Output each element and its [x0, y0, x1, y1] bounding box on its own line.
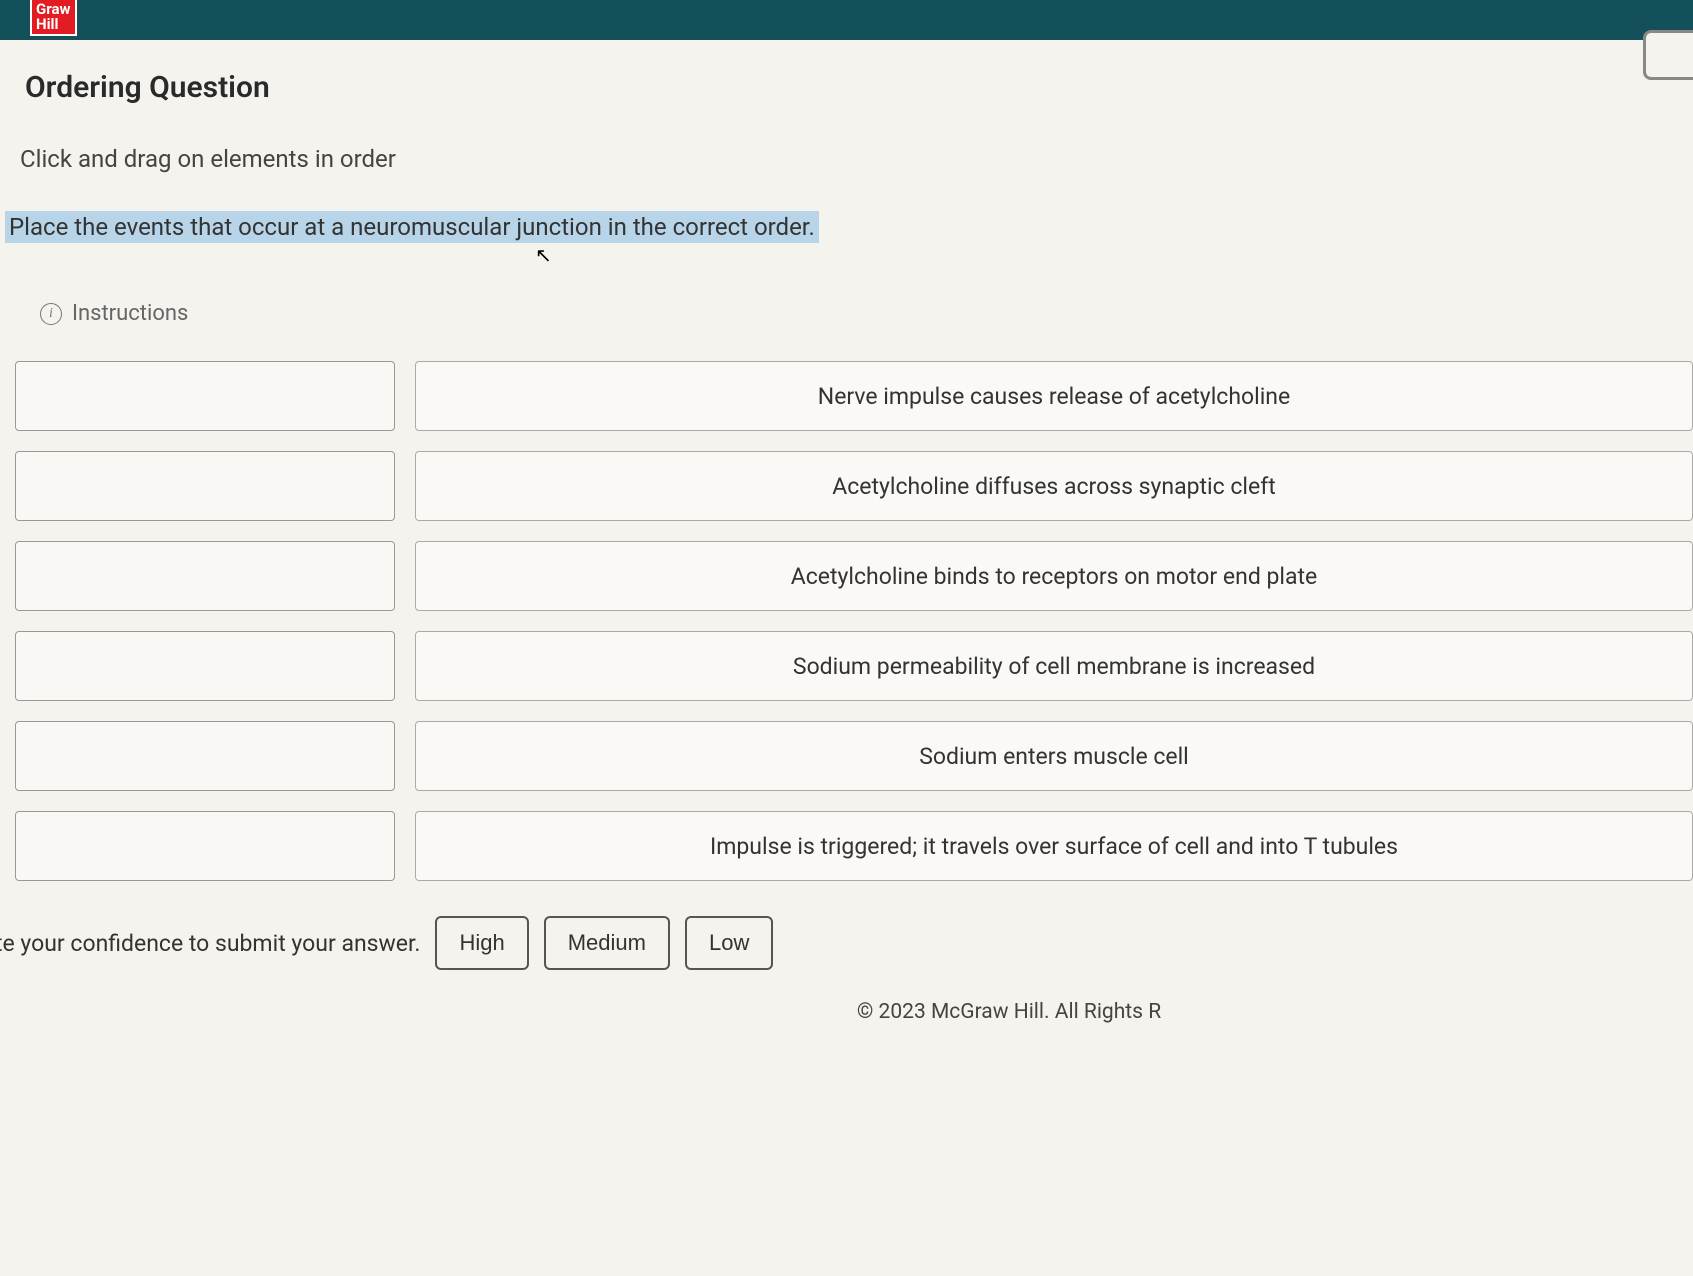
confidence-low-button[interactable]: Low	[685, 916, 773, 970]
prompt-container: Place the events that occur at a neuromu…	[15, 213, 1693, 241]
ordering-row-6: Impulse is triggered; it travels over su…	[15, 811, 1693, 881]
info-icon: i	[40, 303, 62, 325]
ordering-row-3: Acetylcholine binds to receptors on moto…	[15, 541, 1693, 611]
ordering-row-2: Acetylcholine diffuses across synaptic c…	[15, 451, 1693, 521]
ordering-row-1: Nerve impulse causes release of acetylch…	[15, 361, 1693, 431]
ordering-row-4: Sodium permeability of cell membrane is …	[15, 631, 1693, 701]
copyright-text: © 2023 McGraw Hill. All Rights R	[25, 1000, 1693, 1024]
top-bar: Graw Hill	[0, 0, 1693, 40]
drop-slot-5[interactable]	[15, 721, 395, 791]
drag-item-2[interactable]: Acetylcholine diffuses across synaptic c…	[415, 451, 1693, 521]
mcgraw-hill-logo: Graw Hill	[30, 0, 77, 36]
confidence-prompt: te your confidence to submit your answer…	[0, 930, 420, 957]
drop-slot-6[interactable]	[15, 811, 395, 881]
drop-slot-2[interactable]	[15, 451, 395, 521]
content-area: Ordering Question Click and drag on elem…	[0, 40, 1693, 1024]
instructions-toggle[interactable]: i Instructions	[40, 301, 1693, 326]
drag-item-6[interactable]: Impulse is triggered; it travels over su…	[415, 811, 1693, 881]
drop-slot-3[interactable]	[15, 541, 395, 611]
logo-text-2: Hill	[36, 17, 71, 32]
drag-item-4[interactable]: Sodium permeability of cell membrane is …	[415, 631, 1693, 701]
instructions-label: Instructions	[72, 301, 188, 326]
cursor-icon: ↖	[535, 243, 552, 267]
confidence-high-button[interactable]: High	[435, 916, 528, 970]
drag-item-1[interactable]: Nerve impulse causes release of acetylch…	[415, 361, 1693, 431]
confidence-medium-button[interactable]: Medium	[544, 916, 670, 970]
ordering-row-5: Sodium enters muscle cell	[15, 721, 1693, 791]
confidence-footer: te your confidence to submit your answer…	[0, 916, 1693, 970]
drag-item-5[interactable]: Sodium enters muscle cell	[415, 721, 1693, 791]
instruction-text: Click and drag on elements in order	[20, 145, 1693, 173]
drop-slot-4[interactable]	[15, 631, 395, 701]
drag-item-3[interactable]: Acetylcholine binds to receptors on moto…	[415, 541, 1693, 611]
question-prompt: Place the events that occur at a neuromu…	[5, 211, 819, 243]
drop-slot-1[interactable]	[15, 361, 395, 431]
question-type-heading: Ordering Question	[25, 70, 1693, 105]
top-right-panel	[1643, 30, 1693, 80]
